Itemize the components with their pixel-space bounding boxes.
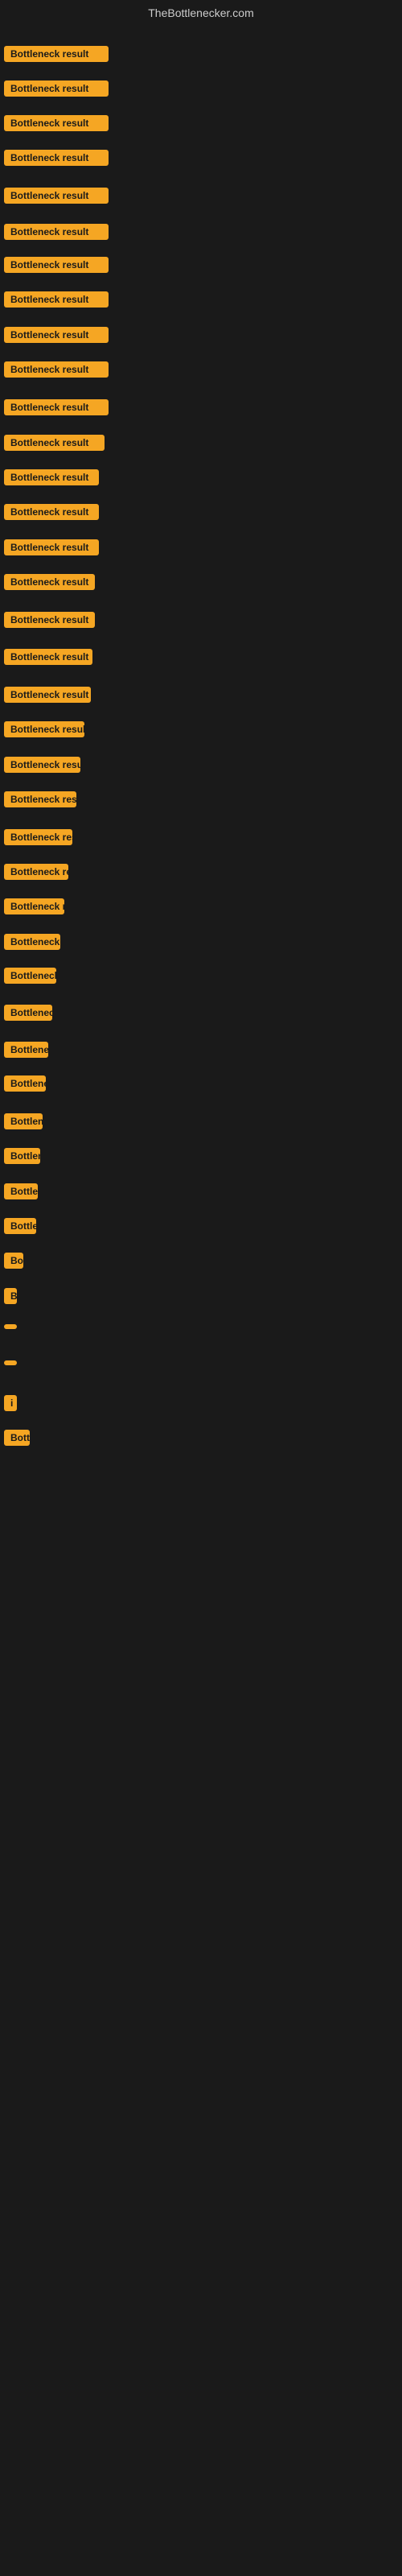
- bottleneck-badge-34[interactable]: Bottleneck: [4, 1218, 36, 1234]
- bottleneck-badge-11[interactable]: Bottleneck result: [4, 399, 109, 415]
- bottleneck-badge-23[interactable]: Bottleneck result: [4, 829, 72, 845]
- bottleneck-badge-15[interactable]: Bottleneck result: [4, 539, 99, 555]
- bottleneck-badge-9[interactable]: Bottleneck result: [4, 327, 109, 343]
- bottleneck-badge-28[interactable]: Bottleneck r: [4, 1005, 52, 1021]
- bottleneck-badge-16[interactable]: Bottleneck result: [4, 574, 95, 590]
- bottleneck-badge-17[interactable]: Bottleneck result: [4, 612, 95, 628]
- bottleneck-badge-40[interactable]: Bott: [4, 1430, 30, 1446]
- bottleneck-badge-26[interactable]: Bottleneck re: [4, 934, 60, 950]
- bottleneck-badge-6[interactable]: Bottleneck result: [4, 224, 109, 240]
- bottleneck-badge-18[interactable]: Bottleneck result: [4, 649, 92, 665]
- bottleneck-badge-24[interactable]: Bottleneck result: [4, 864, 68, 880]
- bottleneck-badge-14[interactable]: Bottleneck result: [4, 504, 99, 520]
- bottleneck-badge-7[interactable]: Bottleneck result: [4, 257, 109, 273]
- bottleneck-badge-21[interactable]: Bottleneck result: [4, 757, 80, 773]
- bottleneck-badge-20[interactable]: Bottleneck result: [4, 721, 84, 737]
- bottleneck-badge-25[interactable]: Bottleneck result: [4, 898, 64, 914]
- bottleneck-badge-39[interactable]: i: [4, 1395, 17, 1411]
- bottleneck-badge-38[interactable]: [4, 1360, 17, 1365]
- bottleneck-badge-1[interactable]: Bottleneck result: [4, 46, 109, 62]
- bottleneck-badge-31[interactable]: Bottleneck: [4, 1113, 43, 1129]
- bottleneck-badge-8[interactable]: Bottleneck result: [4, 291, 109, 308]
- bottleneck-badge-29[interactable]: Bottlene: [4, 1042, 48, 1058]
- bottleneck-badge-30[interactable]: Bottleneck n: [4, 1075, 46, 1092]
- bottleneck-badge-37[interactable]: [4, 1324, 17, 1329]
- bottleneck-badge-19[interactable]: Bottleneck result: [4, 687, 91, 703]
- bottleneck-badge-12[interactable]: Bottleneck result: [4, 435, 105, 451]
- bottleneck-badge-4[interactable]: Bottleneck result: [4, 150, 109, 166]
- site-title: TheBottlenecker.com: [148, 6, 254, 19]
- bottleneck-badge-3[interactable]: Bottleneck result: [4, 115, 109, 131]
- bottleneck-badge-35[interactable]: Bo: [4, 1253, 23, 1269]
- bottleneck-badge-5[interactable]: Bottleneck result: [4, 188, 109, 204]
- bottleneck-badge-2[interactable]: Bottleneck result: [4, 80, 109, 97]
- bottleneck-badge-33[interactable]: Bottlen: [4, 1183, 38, 1199]
- bottleneck-badge-10[interactable]: Bottleneck result: [4, 361, 109, 378]
- bottleneck-badge-13[interactable]: Bottleneck result: [4, 469, 99, 485]
- bottleneck-badge-36[interactable]: B: [4, 1288, 17, 1304]
- bottleneck-badge-32[interactable]: Bottleneck re: [4, 1148, 40, 1164]
- bottleneck-badge-27[interactable]: Bottleneck result: [4, 968, 56, 984]
- bottleneck-badge-22[interactable]: Bottleneck result: [4, 791, 76, 807]
